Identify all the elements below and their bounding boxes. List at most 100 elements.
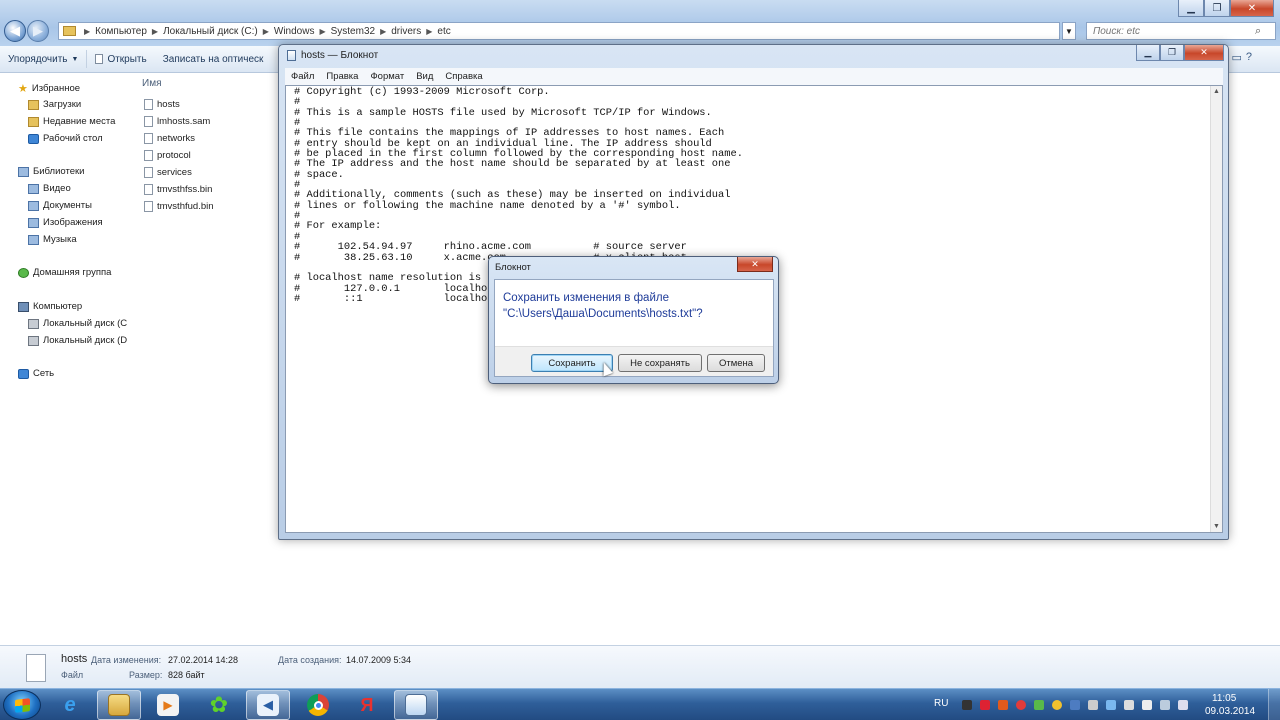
breadcrumb-chevron-icon: ▶ <box>262 26 269 36</box>
nav-homegroup[interactable]: Домашняя группа <box>18 267 111 278</box>
nav-documents[interactable]: Документы <box>28 200 92 211</box>
taskbar: e ▶ ✿ ◀ Я RU 11:05 09.03.2014 <box>0 688 1280 720</box>
nav-disk-d[interactable]: Локальный диск (D <box>28 335 127 346</box>
file-item-tmvsthfss[interactable]: tmvsthfss.bin <box>144 184 212 195</box>
nav-libraries[interactable]: Библиотеки <box>18 166 84 177</box>
maximize-icon[interactable]: ❐ <box>1204 0 1230 17</box>
preview-pane-icon[interactable]: ▭ <box>1231 51 1241 64</box>
minimize-icon[interactable]: ▁ <box>1178 0 1204 17</box>
taskbar-explorer[interactable] <box>97 690 141 720</box>
bluetooth-icon[interactable] <box>1106 700 1116 710</box>
breadcrumb-system32[interactable]: System32 <box>331 26 375 37</box>
menu-help[interactable]: Справка <box>439 71 488 82</box>
tray-app-icon[interactable] <box>1142 700 1152 710</box>
taskbar-audio-app[interactable]: ◀ <box>246 690 290 720</box>
taskbar-icq[interactable]: ✿ <box>197 690 241 720</box>
nav-music[interactable]: Музыка <box>28 234 77 245</box>
burn-button[interactable]: Записать на оптическ <box>155 54 272 65</box>
scroll-down-icon[interactable]: ▼ <box>1211 521 1222 532</box>
start-button[interactable] <box>3 690 41 720</box>
taskbar-notepad[interactable] <box>394 690 438 720</box>
back-button[interactable]: ◀ <box>4 20 26 42</box>
burn-label: Записать на оптическ <box>162 53 264 65</box>
file-item-networks[interactable]: networks <box>144 133 195 144</box>
details-size-label: Размер: <box>129 670 163 680</box>
notepad-title: hosts — Блокнот <box>301 50 379 61</box>
taskbar-chrome[interactable] <box>296 690 340 720</box>
search-box[interactable]: ⌕ <box>1086 22 1276 40</box>
tray-app-icon[interactable] <box>1070 700 1080 710</box>
menu-file[interactable]: Файл <box>285 71 320 82</box>
language-indicator[interactable]: RU <box>934 698 948 709</box>
breadcrumb-computer[interactable]: Компьютер <box>95 26 147 37</box>
open-button[interactable]: Открыть <box>87 54 154 65</box>
breadcrumb-disk-c[interactable]: Локальный диск (C:) <box>163 26 258 37</box>
dont-save-button[interactable]: Не сохранять <box>618 354 702 372</box>
file-icon <box>144 150 153 161</box>
help-icon[interactable]: ? <box>1246 51 1252 64</box>
maximize-icon[interactable]: ❐ <box>1160 45 1184 61</box>
breadcrumb-etc[interactable]: etc <box>437 26 450 37</box>
tray-app-icon[interactable] <box>1016 700 1026 710</box>
tray-antivirus-icon[interactable] <box>980 700 990 710</box>
file-item-tmvsthfud[interactable]: tmvsthfud.bin <box>144 201 214 212</box>
taskbar-media-player[interactable]: ▶ <box>146 690 190 720</box>
nav-downloads[interactable]: Загрузки <box>28 99 81 110</box>
file-item-services[interactable]: services <box>144 167 192 178</box>
column-header-name[interactable]: Имя <box>142 78 161 89</box>
menu-edit[interactable]: Правка <box>320 71 364 82</box>
tray-app-icon[interactable] <box>998 700 1008 710</box>
desktop-icon <box>28 133 39 144</box>
nav-network[interactable]: Сеть <box>18 368 54 379</box>
dialog-close-button[interactable]: ✕ <box>737 257 773 272</box>
scroll-up-icon[interactable]: ▲ <box>1211 86 1222 97</box>
forward-button[interactable]: ▶ <box>27 20 49 42</box>
minimize-icon[interactable]: ▁ <box>1136 45 1160 61</box>
nav-favorites[interactable]: ★ Избранное <box>18 82 80 95</box>
volume-icon[interactable] <box>1160 700 1170 710</box>
nav-recent[interactable]: Недавние места <box>28 116 115 127</box>
tray-app-icon[interactable] <box>1124 700 1134 710</box>
nav-video[interactable]: Видео <box>28 183 71 194</box>
taskbar-yandex[interactable]: Я <box>345 690 389 720</box>
show-desktop-button[interactable] <box>1268 689 1280 720</box>
search-icon[interactable]: ⌕ <box>1255 25 1261 38</box>
breadcrumb-windows[interactable]: Windows <box>274 26 315 37</box>
file-name: tmvsthfss.bin <box>157 184 213 195</box>
search-input[interactable] <box>1087 23 1255 39</box>
menu-format[interactable]: Формат <box>364 71 410 82</box>
nav-desktop[interactable]: Рабочий стол <box>28 133 103 144</box>
chevron-down-icon: ▼ <box>1065 26 1073 36</box>
file-item-lmhosts[interactable]: lmhosts.sam <box>144 116 210 127</box>
file-item-hosts[interactable]: hosts <box>144 99 180 110</box>
breadcrumb-drivers[interactable]: drivers <box>391 26 421 37</box>
clock-date[interactable]: 09.03.2014 <box>1205 706 1255 717</box>
vertical-scrollbar[interactable]: ▲ ▼ <box>1210 86 1222 532</box>
nav-music-label: Музыка <box>43 234 77 245</box>
file-name: services <box>157 167 192 178</box>
cancel-button[interactable]: Отмена <box>707 354 765 372</box>
tray-app-icon[interactable] <box>962 700 972 710</box>
close-icon[interactable]: ✕ <box>1230 0 1274 17</box>
dialog-button-bar: Сохранить Не сохранять Отмена <box>495 346 773 376</box>
close-icon[interactable]: ✕ <box>1184 45 1224 61</box>
address-dropdown-button[interactable]: ▼ <box>1062 22 1076 40</box>
file-item-protocol[interactable]: protocol <box>144 150 191 161</box>
nav-disk-c[interactable]: Локальный диск (C <box>28 318 127 329</box>
taskbar-internet-explorer[interactable]: e <box>48 690 92 720</box>
nav-desktop-label: Рабочий стол <box>43 133 103 144</box>
tray-app-icon[interactable] <box>1052 700 1062 710</box>
open-label: Открыть <box>107 53 147 65</box>
menu-view[interactable]: Вид <box>410 71 439 82</box>
nav-computer[interactable]: Компьютер <box>18 301 82 312</box>
nav-pictures[interactable]: Изображения <box>28 217 103 228</box>
address-bar[interactable]: ▶ Компьютер ▶ Локальный диск (C:) ▶ Wind… <box>58 22 1060 40</box>
nav-computer-label: Компьютер <box>33 301 83 312</box>
network-icon[interactable] <box>1178 700 1188 710</box>
organize-button[interactable]: Упорядочить ▼ <box>0 54 86 65</box>
explorer-titlebar[interactable]: ▁ ❐ ✕ ◀ ▶ ▶ Компьютер ▶ Локальный диск (… <box>0 0 1280 46</box>
notepad-titlebar[interactable]: hosts — Блокнот <box>287 50 378 61</box>
tray-app-icon[interactable] <box>1088 700 1098 710</box>
clock-time[interactable]: 11:05 <box>1212 693 1236 704</box>
tray-app-icon[interactable] <box>1034 700 1044 710</box>
